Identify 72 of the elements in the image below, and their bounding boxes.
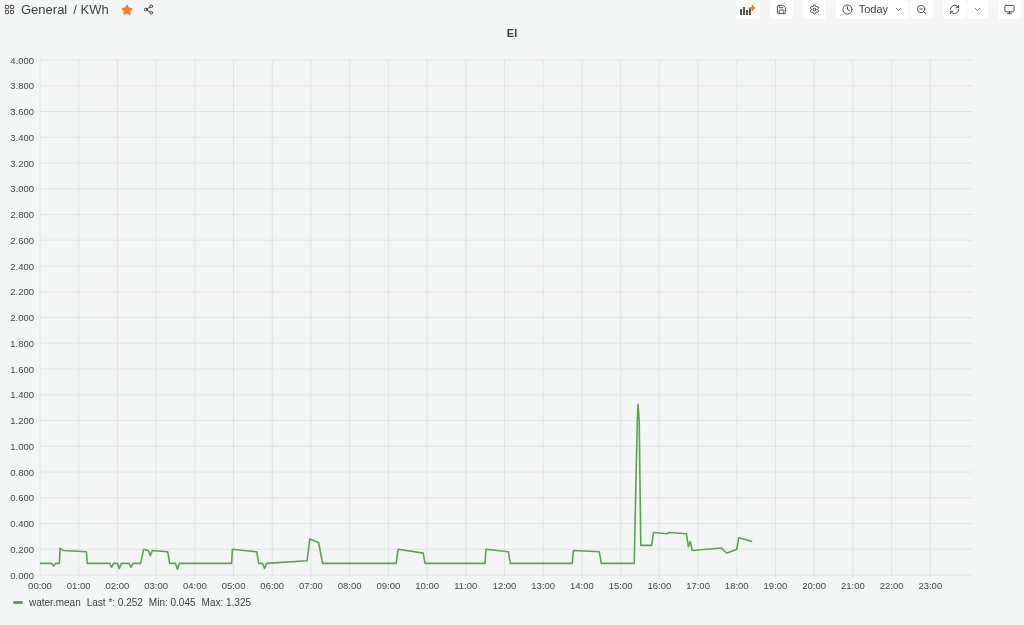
y-axis-label: 1.200	[10, 415, 34, 426]
x-axis-label: 04:00	[182, 580, 207, 591]
tv-mode-button[interactable]	[998, 0, 1021, 19]
y-axis-label: 2.800	[10, 209, 34, 220]
x-axis-label: 01:00	[66, 580, 91, 591]
y-axis-label: 0.400	[10, 518, 34, 529]
y-axis-label: 0.000	[10, 569, 34, 581]
clock-icon	[841, 4, 853, 15]
add-panel-button[interactable]	[735, 0, 760, 19]
y-axis-label: 1.400	[10, 389, 34, 401]
y-axis-label: 0.800	[10, 466, 34, 478]
save-button[interactable]	[769, 0, 793, 19]
y-axis-label: 2.600	[10, 234, 34, 246]
zoom-out-icon	[916, 4, 927, 15]
x-axis-label: 07:00	[299, 580, 323, 591]
settings-icon	[808, 4, 820, 15]
y-axis-label: 2.400	[10, 260, 34, 272]
x-axis-label: 17:00	[686, 580, 710, 591]
chevron-down-icon	[894, 5, 903, 14]
settings-button[interactable]	[802, 0, 826, 19]
x-axis-label: 11:00	[454, 580, 478, 591]
bar-chart-plus-icon	[740, 4, 756, 15]
y-axis-label: 3.200	[10, 157, 34, 169]
chevron-down-icon	[973, 5, 982, 14]
grid-icon[interactable]	[4, 4, 15, 15]
x-axis-label: 19:00	[763, 580, 788, 591]
y-axis-label: 0.200	[10, 543, 34, 555]
x-axis-label: 14:00	[570, 580, 594, 591]
breadcrumb-link[interactable]: / KWh	[73, 0, 109, 20]
x-axis-label: 13:00	[531, 580, 556, 591]
refresh-icon	[949, 4, 960, 15]
y-axis-label: 3.600	[10, 106, 34, 117]
zoom-out-button[interactable]	[910, 0, 933, 19]
panel-title: El	[506, 26, 518, 42]
x-axis-label: 18:00	[724, 580, 749, 591]
share-icon[interactable]	[142, 4, 154, 15]
x-axis-label: 03:00	[144, 580, 168, 591]
y-axis-label: 4.000	[10, 54, 34, 66]
star-icon[interactable]	[120, 3, 133, 16]
x-axis-label: 12:00	[492, 580, 517, 591]
y-axis-label: 1.800	[10, 337, 34, 349]
legend-stat: Max: 1.325	[201, 596, 252, 610]
x-axis-label: 00:00	[28, 580, 52, 591]
x-axis-label: 06:00	[260, 580, 285, 591]
breadcrumb-link[interactable]: General	[21, 0, 68, 20]
refresh-button[interactable]	[943, 0, 966, 19]
x-axis-label: 08:00	[337, 580, 362, 591]
x-axis-label: 05:00	[221, 580, 246, 591]
x-axis-label: 21:00	[841, 580, 865, 591]
legend-stat: Last *: 0.252	[86, 596, 143, 610]
legend-swatch-icon	[13, 601, 23, 604]
x-axis-label: 23:00	[918, 580, 943, 591]
y-axis-label: 2.200	[10, 286, 34, 298]
x-axis-label: 10:00	[415, 580, 439, 591]
monitor-icon	[1004, 4, 1015, 15]
y-axis-label: 3.800	[10, 80, 34, 92]
x-axis-label: 15:00	[608, 580, 633, 591]
x-axis-label: 09:00	[376, 580, 401, 591]
x-axis-label: 20:00	[802, 580, 827, 591]
y-axis-label: 3.000	[10, 183, 34, 195]
y-axis-label: 0.600	[10, 492, 34, 504]
legend-stat: Min: 0.045	[148, 596, 196, 610]
y-axis-label: 3.400	[10, 131, 34, 143]
x-axis-label: 22:00	[879, 580, 904, 591]
y-axis-label: 1.000	[10, 440, 34, 452]
x-axis-label: 02:00	[105, 580, 130, 591]
x-axis-label: 16:00	[647, 580, 672, 591]
y-axis-label: 2.000	[10, 312, 34, 323]
time-range-button[interactable]: Today	[835, 0, 909, 19]
y-axis-label: 1.600	[10, 363, 34, 375]
legend-series-name[interactable]: water.mean	[29, 595, 81, 610]
save-icon	[775, 4, 787, 15]
